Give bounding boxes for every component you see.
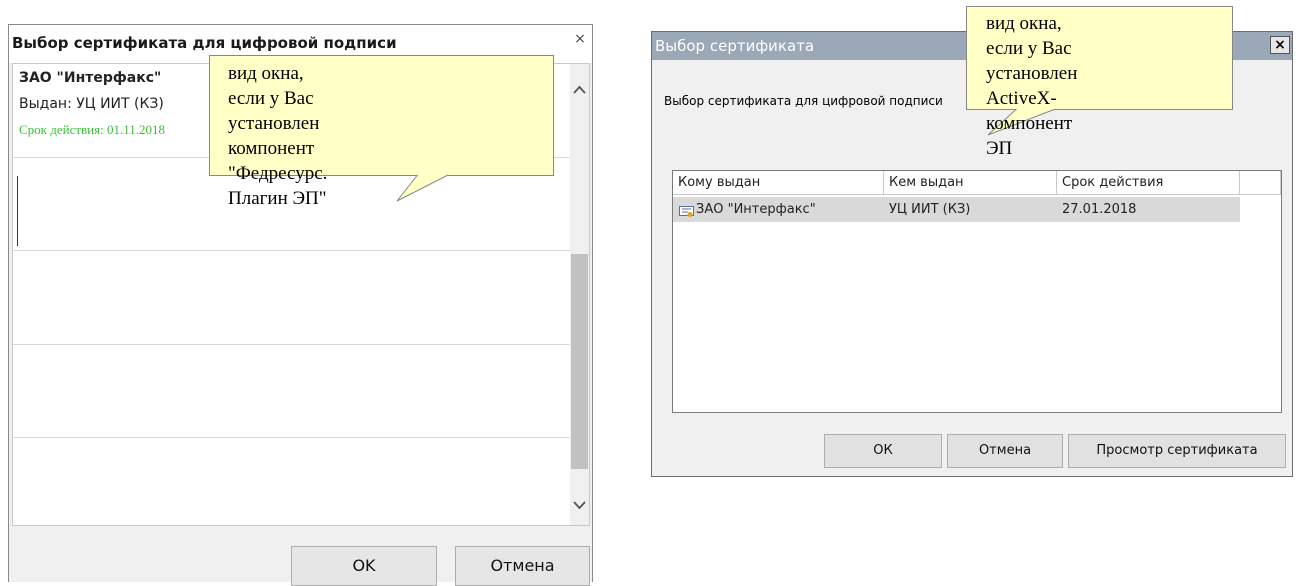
- ok-button[interactable]: ОК: [824, 434, 942, 468]
- certificate-name: ЗАО "Интерфакс": [19, 70, 162, 86]
- callout-line: "Федресурс. Плагин ЭП": [228, 163, 328, 209]
- view-certificate-button[interactable]: Просмотр сертификата: [1068, 434, 1286, 468]
- close-icon[interactable]: ×: [1270, 36, 1290, 54]
- dialog-description: Выбор сертификата для цифровой подписи: [664, 94, 943, 108]
- dialog-title: Выбор сертификата для цифровой подписи: [12, 34, 397, 52]
- table-row[interactable]: ЗАО "Интерфакс" УЦ ИИТ (КЗ) 27.01.2018: [673, 197, 1240, 222]
- dialog-title: Выбор сертификата: [655, 37, 815, 55]
- callout-line: установлен ActiveX-: [986, 63, 1078, 109]
- close-icon[interactable]: ×: [572, 31, 588, 47]
- callout-line: установлен компонент: [228, 113, 320, 159]
- column-header-issued-to[interactable]: Кому выдан: [673, 171, 884, 195]
- callout-line: вид окна, если у Вас: [986, 13, 1072, 59]
- list-item[interactable]: [13, 251, 573, 345]
- scroll-down-icon[interactable]: [570, 495, 589, 515]
- column-header-empty: [1240, 171, 1281, 195]
- certificate-icon: [679, 203, 694, 217]
- vertical-scrollbar[interactable]: [570, 64, 589, 525]
- cell-issued-to: ЗАО "Интерфакс": [696, 202, 816, 217]
- certificate-table: Кому выдан Кем выдан Срок действия ЗАО "…: [672, 170, 1282, 413]
- certificate-issuer: Выдан: УЦ ИИТ (КЗ): [19, 96, 164, 112]
- callout-line: вид окна, если у Вас: [228, 63, 314, 109]
- list-item[interactable]: [13, 345, 573, 438]
- cell-expires: 27.01.2018: [1062, 202, 1137, 217]
- certificate-validity: Срок действия: 01.11.2018: [19, 122, 165, 137]
- cancel-button[interactable]: Отмена: [947, 434, 1063, 468]
- scroll-up-icon[interactable]: [570, 80, 589, 100]
- cancel-button[interactable]: Отмена: [455, 546, 590, 586]
- callout-line: компонент ЭП: [986, 113, 1073, 159]
- list-item[interactable]: [13, 438, 573, 525]
- cell-issued-by: УЦ ИИТ (КЗ): [889, 202, 971, 217]
- scroll-thumb[interactable]: [571, 254, 588, 469]
- ok-button[interactable]: OK: [291, 546, 437, 586]
- column-header-issued-by[interactable]: Кем выдан: [884, 171, 1057, 195]
- text-cursor: [17, 176, 18, 246]
- column-header-expires[interactable]: Срок действия: [1057, 171, 1240, 195]
